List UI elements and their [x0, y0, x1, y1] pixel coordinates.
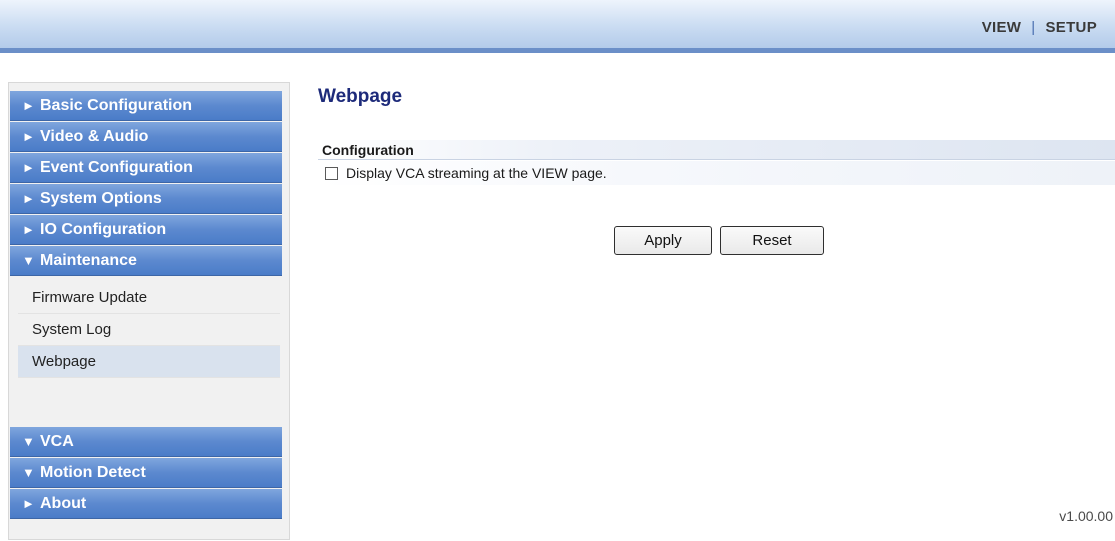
sidebar-item-firmware-update[interactable]: Firmware Update: [18, 282, 280, 314]
section-header: Configuration: [318, 140, 1115, 160]
view-link[interactable]: VIEW: [982, 19, 1022, 36]
nav-separator: |: [1031, 19, 1036, 36]
menu-label: IO Configuration: [40, 221, 167, 238]
menu-io-configuration[interactable]: ► IO Configuration: [10, 215, 282, 245]
menu-basic-configuration[interactable]: ► Basic Configuration: [10, 91, 282, 121]
menu-video-audio[interactable]: ► Video & Audio: [10, 122, 282, 152]
arrow-down-icon: ▼: [22, 434, 35, 449]
menu-event-configuration[interactable]: ► Event Configuration: [10, 153, 282, 183]
menu-label: Maintenance: [40, 252, 137, 269]
top-bar: VIEW | SETUP: [0, 0, 1115, 53]
sidebar-item-system-log[interactable]: System Log: [18, 314, 280, 346]
menu-motion-detect[interactable]: ▼ Motion Detect: [10, 458, 282, 488]
version-label: v1.00.00: [1059, 508, 1113, 524]
vca-streaming-label: Display VCA streaming at the VIEW page.: [346, 165, 607, 181]
reset-button[interactable]: Reset: [720, 226, 824, 255]
arrow-down-icon: ▼: [22, 465, 35, 480]
menu-label: Motion Detect: [40, 464, 146, 481]
arrow-right-icon: ►: [22, 98, 35, 113]
menu-label: VCA: [40, 433, 74, 450]
page-title: Webpage: [318, 86, 403, 107]
option-row: Display VCA streaming at the VIEW page.: [318, 161, 1115, 185]
menu-about[interactable]: ► About: [10, 489, 282, 519]
arrow-right-icon: ►: [22, 496, 35, 511]
menu-label: System Options: [40, 190, 162, 207]
sidebar-item-webpage[interactable]: Webpage: [18, 346, 280, 378]
menu-label: Event Configuration: [40, 159, 193, 176]
arrow-right-icon: ►: [22, 160, 35, 175]
setup-link[interactable]: SETUP: [1045, 19, 1097, 36]
menu-label: About: [40, 495, 87, 512]
apply-button[interactable]: Apply: [614, 226, 712, 255]
vca-streaming-checkbox[interactable]: [325, 166, 338, 180]
arrow-right-icon: ►: [22, 129, 35, 144]
top-nav: VIEW | SETUP: [982, 19, 1097, 36]
menu-system-options[interactable]: ► System Options: [10, 184, 282, 214]
menu-label: Basic Configuration: [40, 97, 193, 114]
menu-label: Video & Audio: [40, 128, 149, 145]
arrow-down-icon: ▼: [22, 253, 35, 268]
menu-maintenance[interactable]: ▼ Maintenance: [10, 246, 282, 276]
arrow-right-icon: ►: [22, 191, 35, 206]
arrow-right-icon: ►: [22, 222, 35, 237]
menu-vca[interactable]: ▼ VCA: [10, 427, 282, 457]
